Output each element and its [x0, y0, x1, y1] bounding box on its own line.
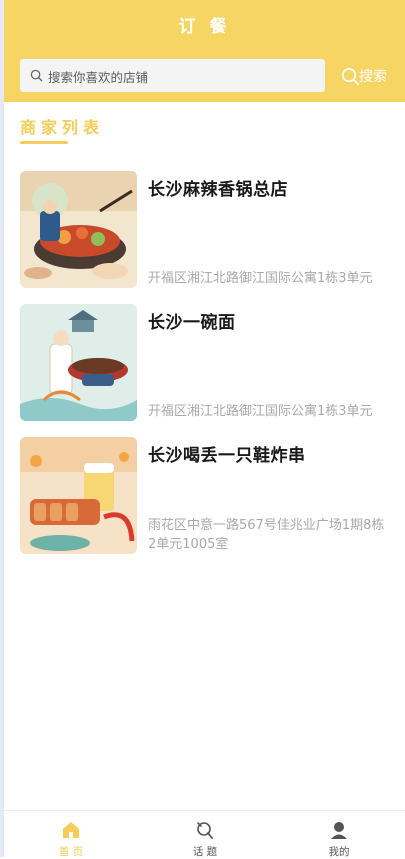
tab-home[interactable]: 首 页 [4, 811, 138, 858]
store-item[interactable]: 长沙一碗面 开福区湘江北路御江国际公寓1栋3单元 [20, 304, 390, 421]
store-image [20, 437, 137, 554]
header-bar: 订 餐 搜索你喜欢的店铺 搜索 [4, 0, 405, 102]
store-name: 长沙喝丢一只鞋炸串 [148, 446, 306, 466]
search-placeholder: 搜索你喜欢的店铺 [48, 70, 149, 85]
home-icon [63, 822, 79, 838]
search-button[interactable]: 搜索 [341, 65, 387, 87]
search-icon [30, 69, 43, 82]
store-address: 开福区湘江北路御江国际公寓1栋3单元 [148, 271, 373, 286]
store-name: 长沙一碗面 [148, 313, 236, 333]
tab-profile[interactable]: 我的 [272, 811, 405, 858]
left-edge [0, 0, 4, 857]
store-name: 长沙麻辣香锅总店 [148, 180, 288, 200]
user-icon [331, 822, 347, 839]
search-input[interactable]: 搜索你喜欢的店铺 [20, 59, 325, 92]
store-image [20, 304, 137, 421]
store-address: 开福区湘江北路御江国际公寓1栋3单元 [148, 404, 373, 419]
section-title: 商家列表 [20, 118, 105, 137]
store-item[interactable]: 长沙喝丢一只鞋炸串 雨花区中意一路567号佳兆业广场1期8栋2单元1005室 [20, 437, 390, 554]
section-underline [20, 141, 68, 144]
search-icon [342, 67, 359, 85]
store-image [20, 171, 137, 288]
search-button-label: 搜索 [359, 69, 387, 85]
page-title: 订 餐 [178, 17, 231, 37]
store-address: 雨花区中意一路567号佳兆业广场1期8栋2单元1005室 [148, 518, 385, 552]
tab-topic[interactable]: 话 题 [138, 811, 272, 858]
store-item[interactable]: 长沙麻辣香锅总店 开福区湘江北路御江国际公寓1栋3单元 [20, 171, 390, 288]
bottom-tab-bar: 首 页 话 题 我的 [4, 810, 405, 858]
topic-icon [197, 822, 213, 839]
